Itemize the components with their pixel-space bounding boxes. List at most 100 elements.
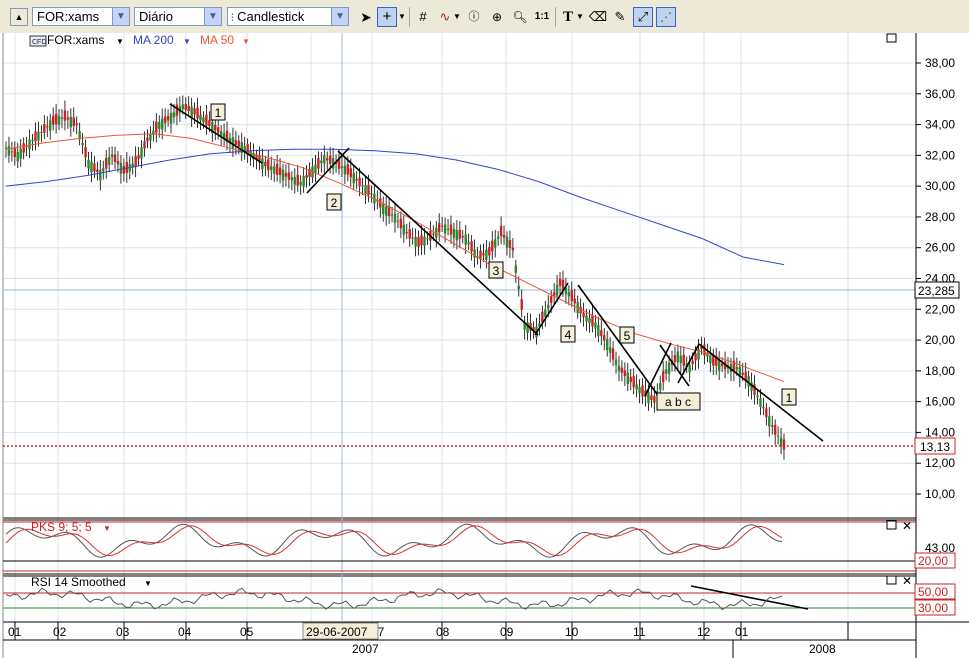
symbol-input[interactable]: FOR:xams ▼ [32, 7, 130, 26]
candle-body [452, 228, 456, 238]
magnet-icon[interactable]: ⋰ [656, 7, 676, 27]
candle-body [66, 117, 70, 120]
candle-body [511, 247, 515, 251]
candle-body [635, 384, 638, 390]
wave-label[interactable]: 1 [781, 388, 797, 406]
candle-body [773, 424, 777, 435]
maximize-icon[interactable] [886, 520, 897, 530]
collapse-icon[interactable]: ▲ [10, 8, 28, 26]
zoom-in-icon[interactable]: ⊕ [487, 7, 507, 27]
candle-body [505, 236, 509, 248]
info-icon[interactable]: ⓘ [464, 7, 484, 27]
candle-body [57, 115, 61, 125]
one-to-one-icon[interactable]: 1:1 [532, 7, 552, 27]
close-icon[interactable]: ✕ [902, 574, 912, 588]
pointer-icon[interactable]: ➤ [356, 7, 376, 27]
candle-body [146, 137, 149, 142]
candle-body [600, 330, 603, 337]
candle-body [414, 236, 417, 247]
candle-body [54, 113, 58, 125]
candle-body [90, 161, 93, 173]
price-tick-label: 12,00 [925, 456, 955, 470]
candle-body [28, 139, 31, 150]
chevron-down-icon[interactable]: ▼ [144, 579, 152, 588]
candle-body [741, 372, 744, 375]
candle-body [496, 236, 500, 239]
maximize-icon[interactable] [886, 33, 897, 43]
candle-body [620, 367, 624, 373]
chevron-down-icon[interactable]: ▼ [183, 37, 191, 46]
candle-body [664, 369, 668, 374]
candle-body [7, 146, 11, 156]
trendline-icon[interactable]: ⤢ [633, 7, 653, 27]
chevron-down-icon[interactable]: ▼ [397, 7, 407, 27]
chevron-down-icon[interactable]: ▼ [116, 37, 124, 46]
wave-label[interactable]: 5 [619, 326, 635, 344]
candle-body [63, 110, 67, 121]
candle-body [547, 304, 550, 309]
chevron-down-icon[interactable]: ▼ [331, 8, 348, 25]
candle-body [19, 148, 22, 159]
crosshair-icon[interactable]: + [377, 7, 397, 27]
candle-body [275, 163, 279, 175]
candle-body [402, 224, 406, 235]
chart-area[interactable]: 1 2 3 4 5 a b c 1 CFD FOR:xams ▼ MA 200 … [0, 33, 969, 658]
legend-ma200[interactable]: MA 200 [133, 33, 174, 47]
wave-label[interactable]: 1 [210, 103, 226, 121]
candle-body [99, 169, 102, 181]
chevron-down-icon[interactable]: ▼ [103, 524, 111, 533]
year-label: 2007 [352, 642, 379, 656]
svg-text:4: 4 [565, 328, 572, 342]
format-icon[interactable]: ✎ [610, 7, 630, 27]
chevron-down-icon[interactable]: ▼ [204, 8, 221, 25]
candle-body [608, 347, 612, 353]
candle-body [69, 116, 73, 128]
chevron-down-icon[interactable]: ▼ [452, 7, 462, 27]
zoom-icon[interactable]: 🔍︎ [510, 7, 530, 27]
chart-legend: CFD FOR:xams ▼ MA 200 ▼ MA 50 ▼ [29, 33, 250, 47]
close-icon[interactable]: ✕ [902, 519, 912, 533]
eraser-icon[interactable]: ⌫ [588, 7, 608, 27]
candle-body [367, 184, 370, 195]
candle-body [514, 265, 518, 273]
pks-label[interactable]: PKS 9; 5; 5 [31, 520, 92, 534]
candle-body [75, 123, 78, 126]
legend-ma50[interactable]: MA 50 [200, 33, 234, 47]
candle-body [107, 157, 111, 165]
wave-label[interactable]: a b c [656, 392, 701, 411]
chevron-down-icon[interactable]: ▼ [575, 7, 585, 27]
svg-text:CFD: CFD [32, 39, 46, 46]
maximize-icon[interactable] [886, 575, 897, 585]
chevron-down-icon[interactable]: ▼ [112, 8, 129, 25]
candle-body [679, 355, 683, 364]
rsi-label[interactable]: RSI 14 Smoothed [31, 575, 126, 589]
candle-body [352, 173, 355, 184]
candle-body [199, 114, 202, 121]
wave-label[interactable]: 2 [326, 193, 342, 211]
candle-body [735, 366, 739, 370]
candle-body [488, 247, 491, 256]
wave-label[interactable]: 3 [488, 261, 504, 279]
candle-body [355, 178, 358, 181]
grid-icon[interactable]: # [413, 7, 433, 27]
legend-symbol[interactable]: FOR:xams [47, 33, 104, 47]
candle-body [122, 165, 126, 174]
candle-body [346, 164, 350, 175]
month-label: 03 [116, 625, 130, 639]
price-tick-label: 20,00 [925, 333, 955, 347]
candle-body [491, 240, 494, 252]
candle-body [423, 236, 426, 246]
chevron-down-icon[interactable]: ▼ [242, 37, 250, 46]
candle-body [467, 242, 470, 245]
interval-select[interactable]: Diário ▼ [134, 7, 222, 26]
price-tick-label: 26,00 [925, 241, 955, 255]
chart-type-select[interactable]: ⫶ Candlestick ▼ [227, 7, 349, 26]
candle-body [399, 218, 403, 229]
candle-body [426, 238, 429, 240]
candle-body [349, 168, 352, 178]
svg-text:13,13: 13,13 [920, 440, 950, 454]
svg-text:1: 1 [786, 391, 793, 405]
svg-text:1: 1 [215, 106, 222, 120]
candle-body [461, 236, 464, 238]
wave-label[interactable]: 4 [560, 325, 576, 343]
